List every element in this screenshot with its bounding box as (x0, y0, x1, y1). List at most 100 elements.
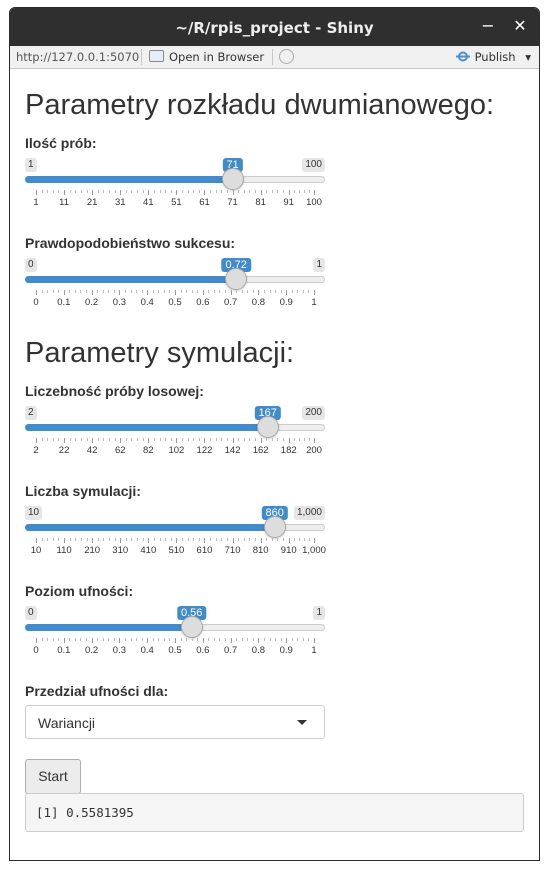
slider-tick (314, 190, 315, 195)
slider-minor-tick (41, 438, 43, 441)
slider-handle[interactable] (221, 168, 244, 190)
slider-minor-tick (159, 190, 161, 193)
slider-minor-tick (308, 190, 310, 193)
minimize-icon[interactable]: − (479, 17, 497, 35)
slider-tick-label: 0 (33, 297, 39, 308)
slider-minor-tick (291, 290, 293, 293)
slider-minor-tick (198, 438, 200, 441)
slider-minor-tick (52, 190, 54, 193)
slider-tick-label: 510 (168, 545, 185, 556)
slider-fill (25, 176, 233, 183)
slider-minor-tick (198, 190, 200, 193)
slider-tick (119, 290, 121, 295)
slider-minor-tick (109, 538, 110, 541)
slider-minor-tick (97, 538, 99, 541)
slider-minor-tick (210, 190, 212, 193)
slider-ticks: 1 11 21 31 41 51 61 71 81 91 100 (25, 190, 325, 210)
slider-tick-label: 31 (114, 197, 126, 208)
slider-tick (63, 638, 65, 643)
slider-minor-tick (308, 638, 310, 641)
slider-minor-tick (80, 638, 82, 641)
slider-minor-tick (275, 638, 277, 641)
slider-minor-tick (141, 638, 143, 641)
slider-minor-tick (153, 538, 155, 541)
slider-minor-tick (131, 438, 133, 441)
slider-tick-label: 0.9 (279, 297, 293, 308)
slider-tick-label: 122 (196, 445, 213, 456)
slider-minor-tick (210, 438, 212, 441)
slider-minor-tick (130, 638, 132, 641)
slider-minor-tick (197, 638, 199, 641)
slider-minor-tick (252, 290, 254, 293)
slider-minor-tick (280, 638, 282, 641)
slider-minor-tick (52, 538, 54, 541)
slider-minor-tick (219, 638, 221, 641)
slider-tick (286, 638, 288, 643)
start-button[interactable]: Start (25, 759, 81, 794)
slider-minor-tick (303, 190, 305, 193)
slider-minor-tick (108, 638, 110, 641)
slider-minor-tick (243, 190, 245, 193)
slider-minor-tick (103, 538, 105, 541)
slider-minor-tick (74, 290, 76, 293)
slider-tick (230, 290, 232, 295)
select-label-interval: Przedział ufności dla: (25, 683, 169, 699)
slider-minor-tick (97, 638, 99, 641)
slider-minor-tick (170, 438, 172, 441)
slider-tick-label: 0.8 (251, 297, 265, 308)
slider-minor-tick (271, 438, 273, 441)
slider-handle[interactable] (263, 516, 286, 538)
slider-minor-tick (52, 638, 54, 641)
slider-minor-tick (75, 438, 77, 441)
slider-minor-tick (86, 190, 88, 193)
slider-tick-label: 0.3 (112, 297, 126, 308)
close-icon[interactable]: ✕ (511, 17, 529, 35)
slider-tick-label: 410 (140, 545, 157, 556)
slider-minor-tick (47, 190, 49, 193)
slider-minor-tick (210, 538, 212, 541)
slider-sample-size[interactable]: 2 200 167 2 22 42 62 82 102 122 142 162 182 200 (25, 406, 325, 466)
slider-max-label: 100 (302, 158, 325, 172)
publish-button[interactable]: Publish ▾ (455, 50, 531, 64)
slider-tick-label: 0.5 (168, 645, 182, 656)
slider-tick-label: 61 (199, 197, 210, 208)
slider-minor-tick (47, 538, 49, 541)
slider-tick (148, 538, 150, 543)
slider-minor-tick (249, 438, 251, 441)
slider-handle[interactable] (225, 268, 248, 290)
slider-minor-tick (169, 638, 171, 641)
slider-fill (25, 424, 268, 431)
slider-minor-tick (41, 638, 43, 641)
refresh-icon[interactable] (279, 49, 294, 64)
slider-minor-tick (114, 190, 116, 193)
open-in-browser-button[interactable]: Open in Browser (149, 50, 264, 64)
slider-minor-tick (191, 638, 193, 641)
slider-minor-tick (80, 538, 82, 541)
slider-tick-label: 1,000 (302, 545, 326, 556)
slider-minor-tick (271, 190, 273, 193)
slider-handle[interactable] (256, 416, 279, 438)
slider-tick-label: 200 (306, 445, 322, 456)
slider-minor-tick (125, 538, 127, 541)
slider-handle[interactable] (180, 616, 203, 638)
browser-icon (149, 50, 164, 62)
slider-tick (91, 290, 93, 295)
slider-tick-label: 0.6 (196, 645, 210, 656)
interval-select[interactable]: Wariancji (25, 705, 325, 739)
slider-minor-tick (236, 290, 238, 293)
slider-confidence-level[interactable]: 0 1 0.56 0 0.1 0.2 0.3 0.4 0.5 0.6 0.7 0.8 0.9 1 (25, 606, 325, 666)
slider-success-probability[interactable]: 0 1 0.72 0 0.1 0.2 0.3 0.4 0.5 0.6 0.7 0.8 0.9 1 (25, 258, 325, 318)
slider-simulations[interactable]: 10 1,000 860 10 110 210 310 410 510 610 710 810 910 1… (25, 506, 326, 566)
slider-min-label: 10 (25, 506, 43, 520)
slider-tick (36, 190, 37, 195)
slider-trials[interactable]: 1 100 71 1 11 21 31 41 51 61 71 81 91 100 (25, 158, 325, 218)
slider-minor-tick (86, 638, 88, 641)
slider-minor-tick (277, 438, 279, 441)
slider-minor-tick (124, 638, 126, 641)
slider-minor-tick (255, 438, 257, 441)
slider-minor-tick (191, 290, 193, 293)
slider-tick (148, 438, 150, 443)
slider-minor-tick (266, 538, 268, 541)
slider-minor-tick (153, 190, 155, 193)
slider-minor-tick (255, 190, 257, 193)
